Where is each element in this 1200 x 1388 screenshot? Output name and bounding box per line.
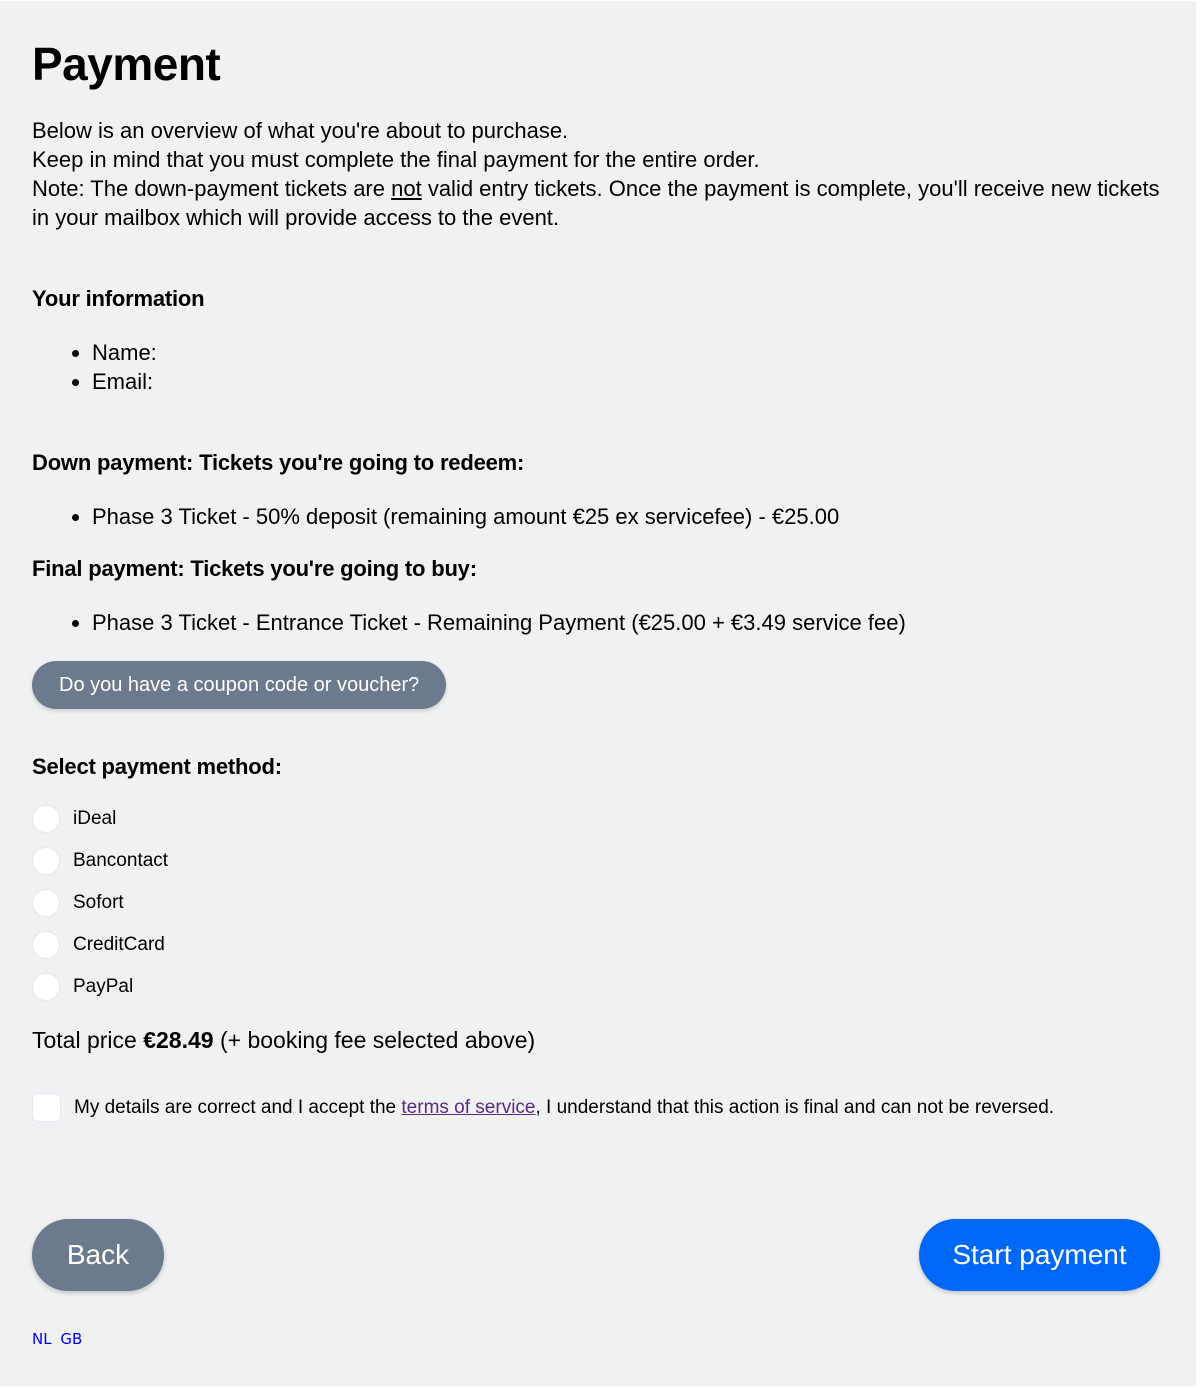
total-price-label: Total price: [32, 1027, 144, 1053]
radio-paypal[interactable]: [32, 973, 60, 1001]
payment-option-label[interactable]: iDeal: [73, 808, 116, 830]
start-payment-button[interactable]: Start payment: [919, 1219, 1160, 1291]
payment-option-label[interactable]: PayPal: [73, 976, 133, 998]
payment-option-ideal[interactable]: iDeal: [32, 805, 116, 833]
down-payment-heading: Down payment: Tickets you're going to re…: [32, 450, 525, 475]
terms-text: My details are correct and I accept the …: [74, 1097, 1054, 1119]
language-switcher: NL GB: [32, 1330, 86, 1348]
radio-bancontact[interactable]: [32, 847, 60, 875]
language-nl-link[interactable]: NL: [32, 1330, 52, 1348]
payment-option-sofort[interactable]: Sofort: [32, 889, 124, 917]
radio-sofort[interactable]: [32, 889, 60, 917]
page-title: Payment: [32, 38, 221, 90]
radio-creditcard[interactable]: [32, 931, 60, 959]
total-price-amount: €28.49: [143, 1027, 214, 1053]
total-price-note: (+ booking fee selected above): [213, 1027, 536, 1053]
final-payment-list: Phase 3 Ticket - Entrance Ticket - Remai…: [32, 608, 906, 637]
info-name-label: Name:: [92, 340, 157, 365]
final-payment-heading: Final payment: Tickets you're going to b…: [32, 556, 477, 581]
intro-note-emphasis: not: [391, 176, 422, 201]
total-price: Total price €28.49 (+ booking fee select…: [32, 1027, 535, 1054]
your-information-heading: Your information: [32, 286, 205, 311]
terms-text-before: My details are correct and I accept the: [74, 1096, 402, 1118]
radio-ideal[interactable]: [32, 805, 60, 833]
payment-option-paypal[interactable]: PayPal: [32, 973, 133, 1001]
payment-option-label[interactable]: Sofort: [73, 892, 124, 914]
down-payment-list: Phase 3 Ticket - 50% deposit (remaining …: [32, 502, 839, 531]
info-email: Email:: [92, 367, 157, 396]
intro-note-start: Note: The down-payment tickets are: [32, 176, 392, 201]
info-email-label: Email:: [92, 369, 154, 394]
terms-acceptance[interactable]: My details are correct and I accept the …: [32, 1093, 1054, 1122]
back-button[interactable]: Back: [32, 1219, 164, 1291]
intro-text: Below is an overview of what you're abou…: [32, 116, 1162, 232]
terms-checkbox[interactable]: [32, 1093, 61, 1122]
payment-method-heading: Select payment method:: [32, 754, 282, 779]
your-information-list: Name: Email:: [32, 338, 157, 396]
language-gb-link[interactable]: GB: [60, 1330, 82, 1348]
terms-of-service-link[interactable]: terms of service: [401, 1097, 535, 1118]
payment-option-label[interactable]: Bancontact: [73, 850, 168, 872]
info-name: Name:: [92, 338, 157, 367]
payment-option-creditcard[interactable]: CreditCard: [32, 931, 165, 959]
terms-text-after: , I understand that this action is final…: [535, 1096, 1055, 1118]
payment-option-bancontact[interactable]: Bancontact: [32, 847, 168, 875]
final-payment-item: Phase 3 Ticket - Entrance Ticket - Remai…: [92, 608, 906, 637]
intro-line-1: Below is an overview of what you're abou…: [32, 118, 569, 143]
coupon-button[interactable]: Do you have a coupon code or voucher?: [32, 661, 447, 709]
down-payment-item: Phase 3 Ticket - 50% deposit (remaining …: [92, 502, 839, 531]
payment-option-label[interactable]: CreditCard: [73, 934, 165, 956]
intro-line-3: Note: The down-payment tickets are not v…: [32, 174, 1162, 232]
payment-page: Payment Below is an overview of what you…: [0, 1, 1196, 1386]
intro-line-2: Keep in mind that you must complete the …: [32, 147, 760, 172]
